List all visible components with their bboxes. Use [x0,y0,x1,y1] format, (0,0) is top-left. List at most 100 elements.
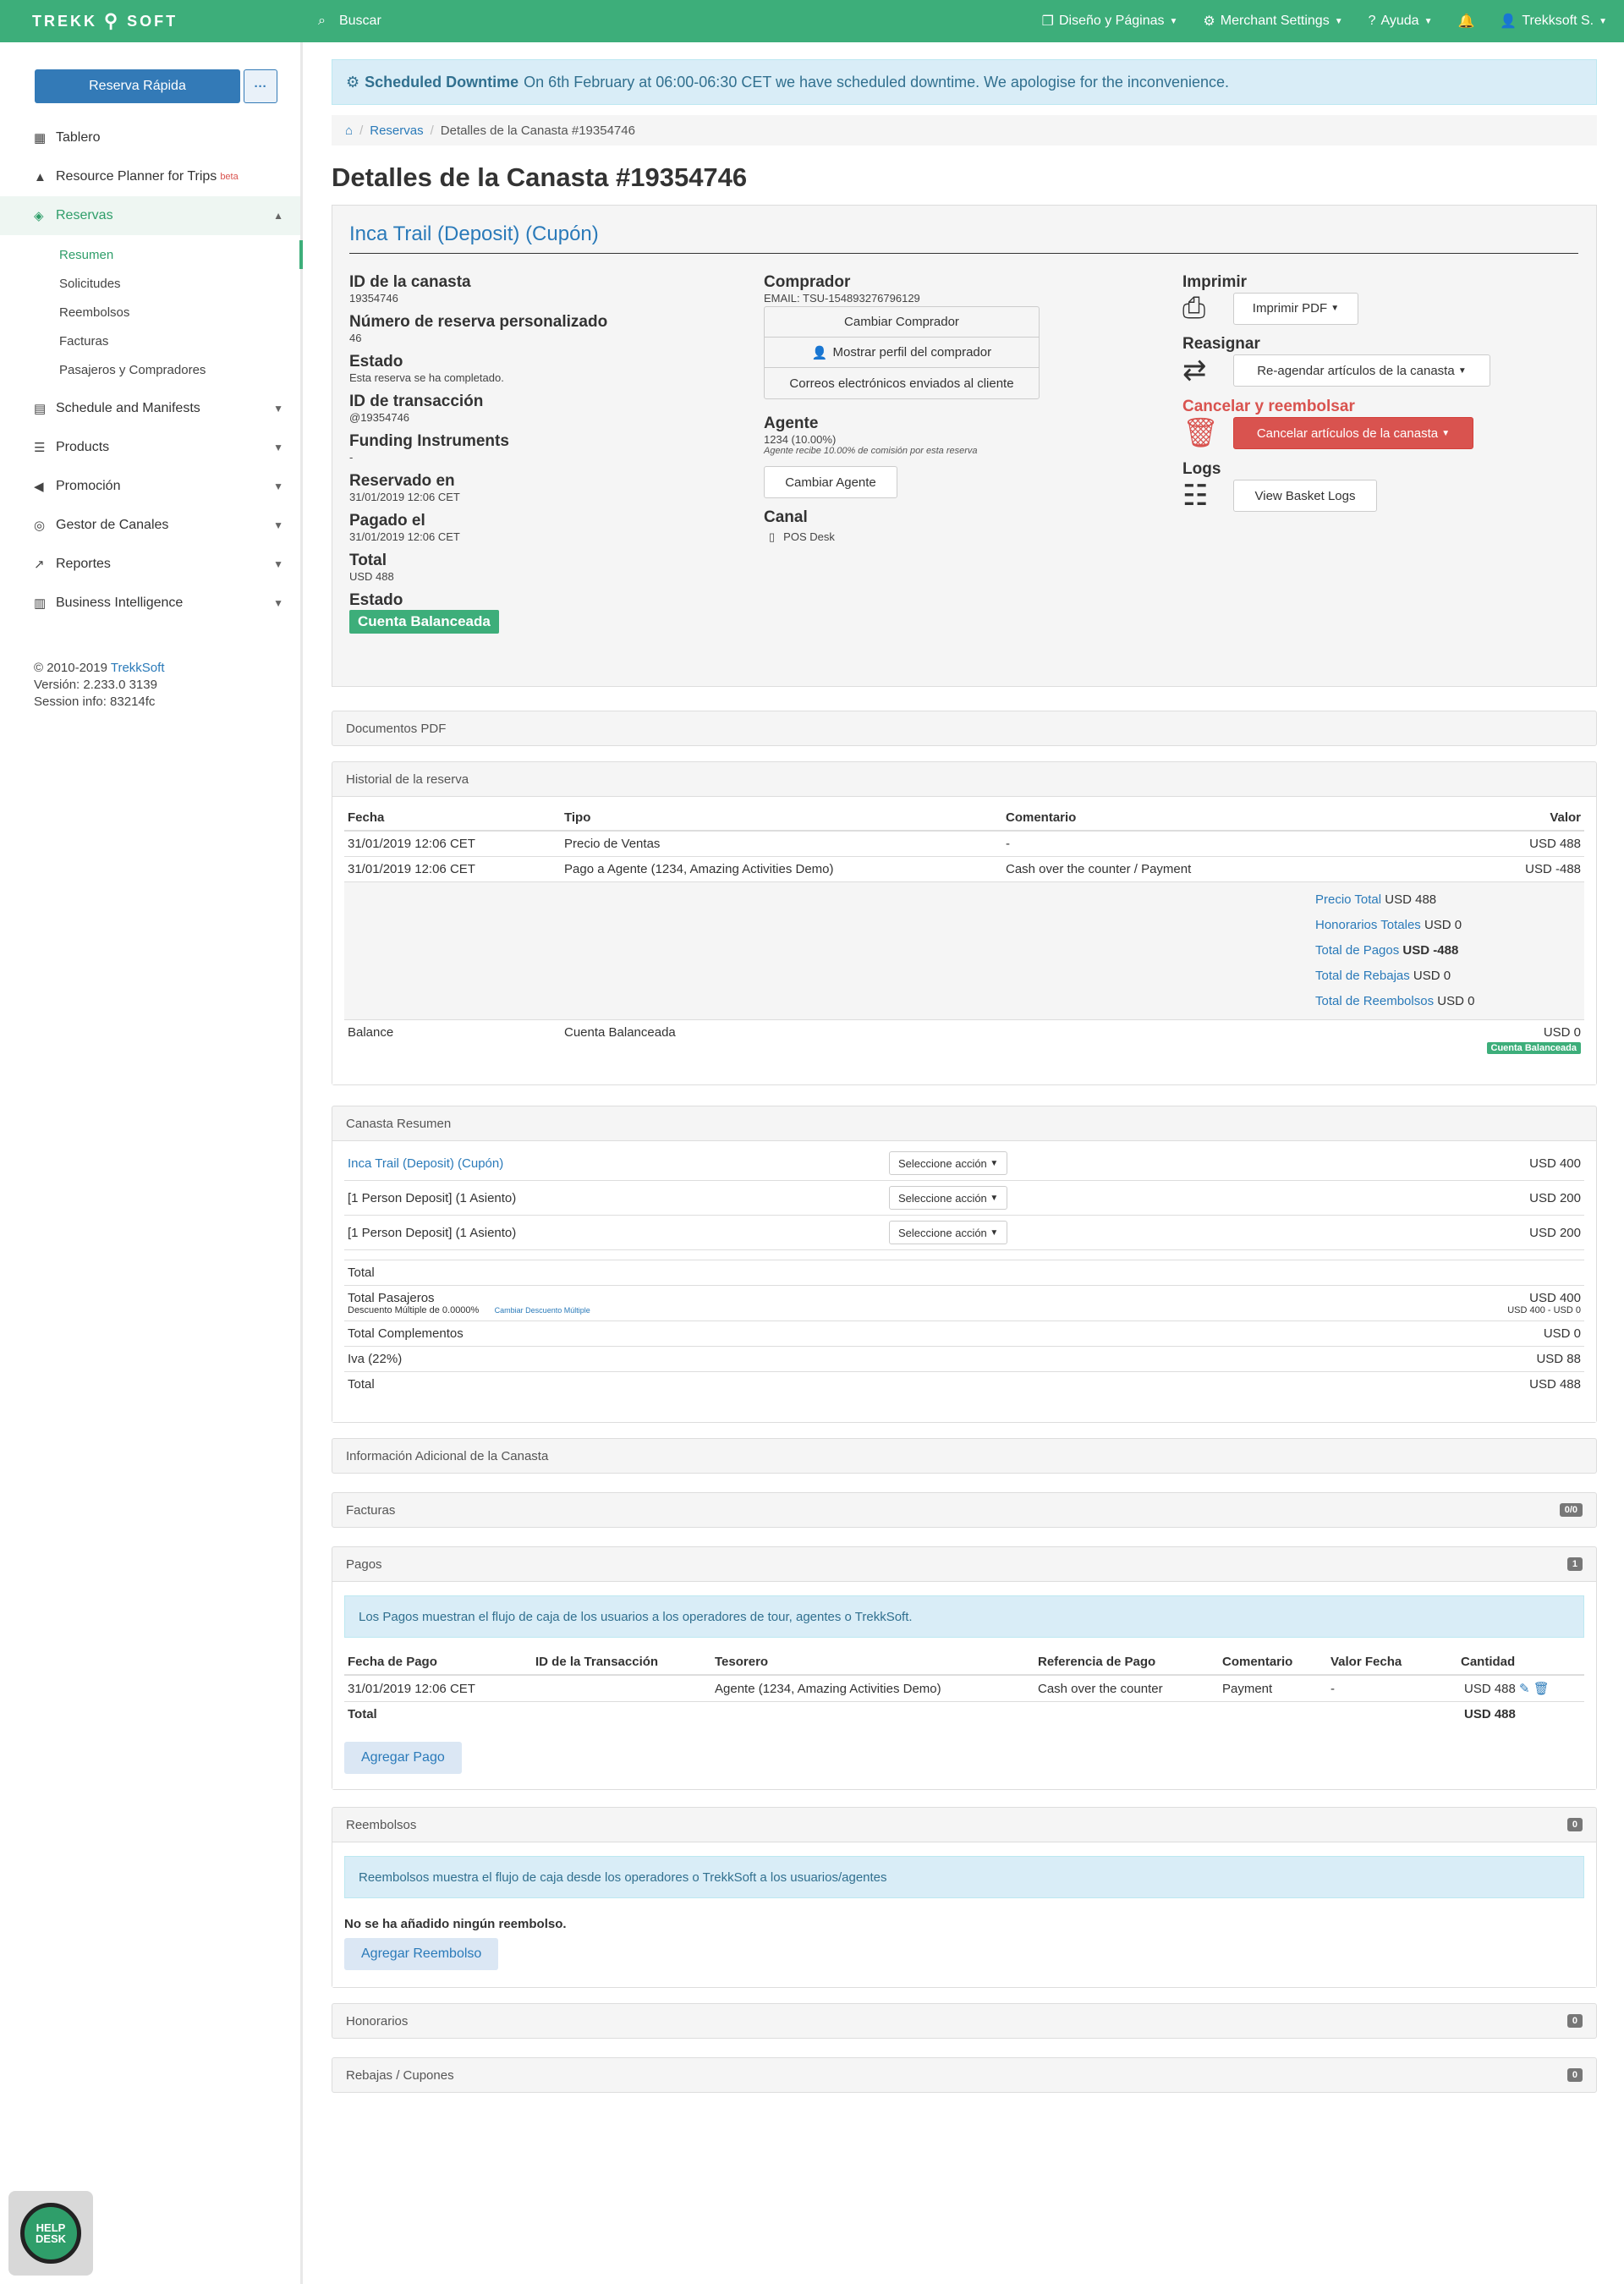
list-item: [1 Person Deposit] (1 Asiento) Seleccione… [344,1215,1584,1250]
select-action-label: Seleccione acción [898,1226,987,1239]
discounts-panel[interactable]: Rebajas / Cupones 0 [332,2057,1597,2093]
trekksoft-link[interactable]: TrekkSoft [111,661,165,675]
sidebar-item-channels[interactable]: ◎ Gestor de Canales ▼ [0,506,300,545]
item-name: [1 Person Deposit] (1 Asiento) [344,1215,886,1250]
home-icon[interactable]: ⌂ [345,124,353,138]
chevron-down-icon: ▼ [273,558,283,570]
add-payment-button[interactable]: Agregar Pago [344,1742,462,1774]
transaction-id-label: ID de transacción [349,393,484,410]
mountain-icon: ▲ [34,169,47,184]
grand-total-row: Total USD 488 [344,1371,1584,1397]
view-basket-logs-button[interactable]: View Basket Logs [1233,480,1377,512]
total-price-link[interactable]: Precio Total [1315,892,1381,907]
print-label: Imprimir [1182,273,1248,291]
vat-value: USD 88 [1311,1346,1584,1372]
total-value: USD 488 [349,570,394,583]
pdf-documents-panel[interactable]: Documentos PDF [332,711,1597,746]
summary-panel-title[interactable]: Canasta Resumen [346,1117,451,1131]
sidebar-subitem-summary[interactable]: Resumen [0,240,303,269]
vat-label: Iva (22%) [344,1346,1312,1372]
caret-down-icon: ▼ [1457,365,1467,376]
breadcrumb-reservations[interactable]: Reservas [370,124,423,138]
change-agent-button[interactable]: Cambiar Agente [764,466,897,498]
chevron-down-icon: ▼ [273,442,283,453]
user-icon: 👤 [811,345,828,360]
emails-sent-button[interactable]: Correos electrónicos enviados al cliente [765,368,1039,398]
sidebar-item-reservations[interactable]: ◈ Reservas ▲ [0,196,300,235]
discount-label: Descuento Múltiple de 0.0000% [348,1305,480,1315]
column-header: Tipo [561,805,1002,832]
search-bar[interactable]: ⌕ Buscar [301,14,1042,29]
sidebar-item-products[interactable]: ☰ Products ▼ [0,428,300,467]
select-action-dropdown[interactable]: Seleccione acción ▼ [889,1151,1008,1175]
total-fees-link[interactable]: Honorarios Totales [1315,918,1421,932]
cancel-items-button[interactable]: Cancelar artículos de la canasta ▼ [1233,417,1473,449]
edit-pencil-icon[interactable]: ✎ [1519,1682,1530,1696]
sidebar-item-schedule[interactable]: ▤ Schedule and Manifests ▼ [0,389,300,428]
sidebar-subitem-invoices[interactable]: Facturas [0,327,300,355]
trekksoft-logo[interactable]: TREKK ⚲ SOFT [0,10,301,32]
help-menu[interactable]: ? Ayuda ▼ [1369,14,1433,29]
select-action-label: Seleccione acción [898,1156,987,1170]
chevron-down-icon: ▼ [273,597,283,609]
select-action-dropdown[interactable]: Seleccione acción ▼ [889,1221,1008,1244]
user-name: Trekksoft S. [1522,14,1594,28]
table-cell: 31/01/2019 12:06 CET [344,830,561,857]
sidebar-item-promotion[interactable]: ◀ Promoción ▼ [0,467,300,506]
item-value: USD 200 [1311,1215,1584,1250]
booked-value: 31/01/2019 12:06 CET [349,491,460,503]
sidebar-subitem-passengers[interactable]: Pasajeros y Compradores [0,355,300,384]
user-menu[interactable]: 👤 Trekksoft S. ▼ [1500,13,1607,30]
basket-info-column: ID de la canasta 19354746 Número de rese… [349,273,607,634]
globe-icon: ◎ [34,519,46,533]
pos-device-icon: ▯ [769,530,776,543]
quick-booking-button[interactable]: Reserva Rápida [35,69,240,103]
balance-row: Balance Cuenta Balanceada USD 0 Cuenta Ba… [344,1019,1584,1059]
total-discounts-link[interactable]: Total de Rebajas [1315,969,1410,983]
refunds-title[interactable]: Reembolsos [346,1818,416,1832]
show-buyer-profile-button[interactable]: 👤 Mostrar perfil del comprador [765,338,1039,368]
sidebar-item-resource-planner[interactable]: ▲ Resource Planner for Trips beta [0,157,300,196]
design-pages-menu[interactable]: ❐ Diseño y Páginas ▼ [1042,13,1178,30]
more-options-button[interactable]: ··· [244,69,277,103]
bar-chart-icon: ▥ [34,596,47,611]
notifications-bell[interactable]: 🔔 [1457,13,1474,30]
logs-label: Logs [1182,460,1221,478]
page-title: Detalles de la Canasta #19354746 [332,162,748,192]
help-label: Ayuda [1380,14,1419,28]
sidebar-item-bi[interactable]: ▥ Business Intelligence ▼ [0,584,300,623]
sidebar-item-reports[interactable]: ↗ Reportes ▼ [0,545,300,584]
cancel-items-label: Cancelar artículos de la canasta [1256,426,1439,441]
search-icon: ⌕ [318,14,326,28]
change-buyer-button[interactable]: Cambiar Comprador [765,307,1039,338]
invoices-panel[interactable]: Facturas 0/0 [332,1492,1597,1528]
print-pdf-button[interactable]: Imprimir PDF ▼ [1233,292,1358,325]
fees-title: Honorarios [346,2013,409,2029]
sidebar-item-dashboard[interactable]: ▦ Tablero [0,118,300,157]
column-header: Fecha [344,805,561,832]
sidebar-subitem-refunds[interactable]: Reembolsos [0,298,300,327]
merchant-settings-menu[interactable]: ⚙ Merchant Settings ▼ [1203,13,1342,30]
select-action-dropdown[interactable]: Seleccione acción ▼ [889,1186,1008,1210]
table-cell: Payment [1219,1674,1327,1702]
refunds-info-alert: Reembolsos muestra el flujo de caja desd… [344,1856,1584,1898]
total-payments-value: USD -488 [1402,943,1459,958]
total-payments-link[interactable]: Total de Pagos [1315,943,1399,958]
fees-panel[interactable]: Honorarios 0 [332,2003,1597,2039]
sidebar-subitem-requests[interactable]: Solicitudes [0,269,300,298]
total-refunds-link[interactable]: Total de Reembolsos [1315,994,1434,1008]
payments-title[interactable]: Pagos [346,1557,382,1572]
item-link[interactable]: Inca Trail (Deposit) (Cupón) [348,1156,503,1171]
helpdesk-widget[interactable]: HELP DESK [8,2191,93,2276]
additional-info-panel[interactable]: Información Adicional de la Canasta [332,1438,1597,1474]
printer-icon: ⎙ [1182,292,1206,324]
basket-title[interactable]: Inca Trail (Deposit) (Cupón) [349,222,1578,254]
chevron-down-icon: ▼ [273,519,283,531]
reschedule-items-button[interactable]: Re-agendar artículos de la canasta ▼ [1233,354,1490,387]
grand-total-value: USD 488 [1311,1371,1584,1397]
change-discount-link[interactable]: Cambiar Descuento Múltiple [495,1306,590,1315]
pax-value: USD 400 [1529,1291,1581,1305]
delete-trash-icon[interactable]: 🗑 [1533,1682,1550,1696]
add-refund-button[interactable]: Agregar Reembolso [344,1938,499,1970]
history-panel-title[interactable]: Historial de la reserva [346,772,469,787]
